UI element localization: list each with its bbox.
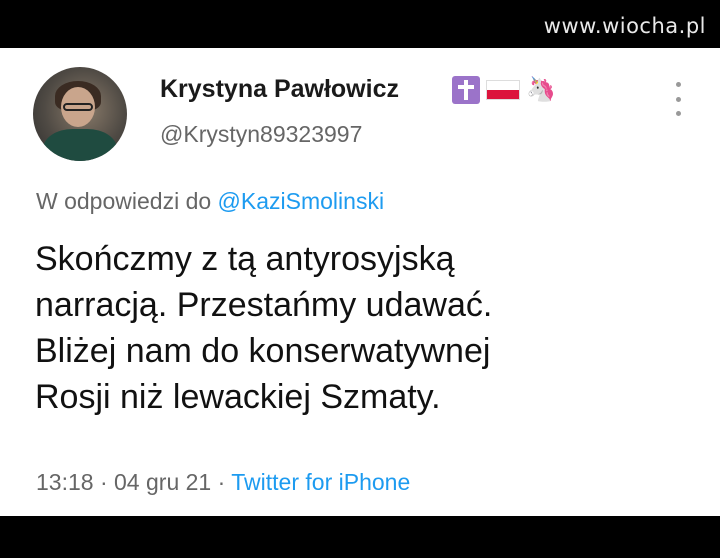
tweet-time[interactable]: 13:18 [36,469,94,495]
meta-separator: · [99,469,108,495]
reply-mention-link[interactable]: @KaziSmolinski [218,188,385,214]
author-name[interactable]: Krystyna Pawłowicz [160,75,399,104]
tweet-card: Krystyna Pawłowicz 🦄 @Krystyn89323997 W … [0,48,720,516]
tweet-text: Skończmy z tą antyrosyjską narracją. Prz… [35,236,695,420]
name-badges: 🦄 [452,76,556,104]
tweet-text-line: Rosji niż lewackiej Szmaty. [35,378,441,416]
tweet-text-line: Skończmy z tą antyrosyjską [35,240,455,278]
tweet-text-line: narracją. Przestańmy udawać. [35,286,493,324]
reply-context: W odpowiedzi do @KaziSmolinski [36,188,384,215]
tweet-date[interactable]: 04 gru 21 [114,469,211,495]
unicorn-icon: 🦄 [526,76,556,103]
meta-separator: · [217,469,226,495]
tweet-meta: 13:18 · 04 gru 21 · Twitter for iPhone [36,469,410,496]
bottom-black-bar [0,516,720,558]
tweet-text-line: Bliżej nam do konserwatywnej [35,332,491,370]
more-options-icon[interactable] [672,82,684,116]
reply-prefix: W odpowiedzi do [36,188,212,214]
avatar-body [43,129,117,161]
top-black-bar: www.wiocha.pl [0,0,720,48]
avatar[interactable] [33,67,127,161]
polish-flag-icon [486,80,520,100]
tweet-source-link[interactable]: Twitter for iPhone [231,469,410,495]
cross-icon [452,76,480,104]
avatar-glasses [63,103,93,111]
site-watermark: www.wiocha.pl [543,14,706,38]
author-handle[interactable]: @Krystyn89323997 [160,121,362,148]
